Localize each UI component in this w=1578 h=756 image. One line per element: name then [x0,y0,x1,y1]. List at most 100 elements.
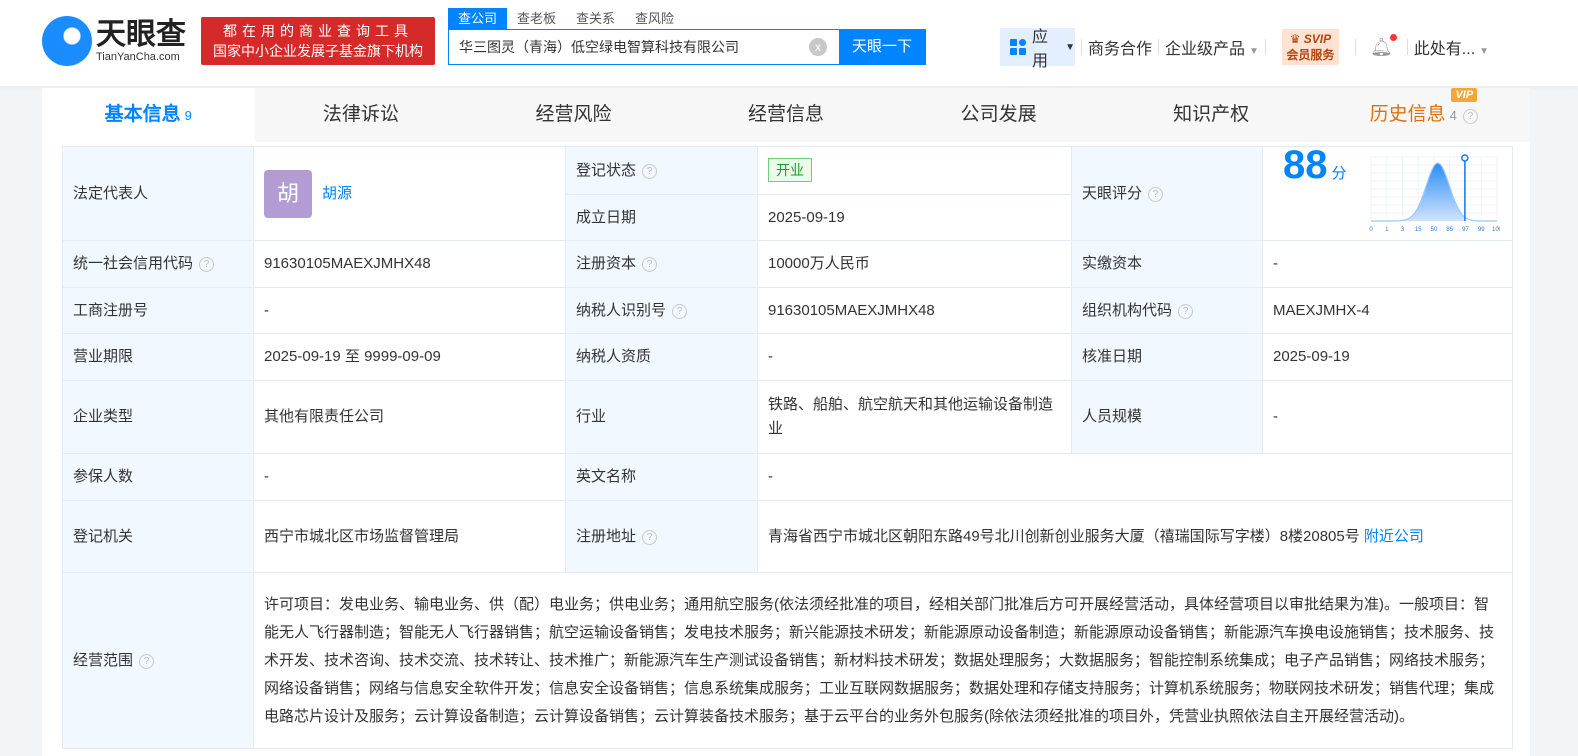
tab-operations[interactable]: 经营信息 [680,88,893,142]
user-menu[interactable]: 此处有... ▼ [1414,35,1489,59]
help-icon[interactable]: ? [1178,303,1194,319]
tianyancha-logo[interactable]: 天眼查 TianYanCha.com [42,16,186,66]
english-name-label: 英文名称 [565,453,758,501]
help-icon[interactable]: ? [642,529,658,545]
search-tab-boss[interactable]: 查老板 [507,8,566,29]
tick-label: 99 [1478,227,1485,233]
slogan-line-2: 国家中小企业发展子基金旗下机构 [213,43,423,59]
tab-legal[interactable]: 法律诉讼 [255,88,468,142]
tick-label: 97 [1462,227,1469,233]
logo-text: 天眼查 [96,18,186,51]
term-value: 2025-09-19 至 9999-09-09 [253,333,566,381]
org-code-value: MAEXJMHX-4 [1262,287,1513,334]
help-icon[interactable]: ? [199,257,215,272]
legal-rep-cell: 胡胡源 [253,146,566,241]
app-menu-button[interactable]: 应用 ▼ [1000,28,1075,70]
top-header: 天眼查 TianYanCha.com 都在用的商业查询工具 国家中小企业发展子基金旗… [0,0,1578,86]
scope-label: 经营范围? [62,572,254,749]
score-value: 88 [1283,142,1328,187]
english-name-value: - [757,453,1513,501]
staff-label: 人员规模 [1071,380,1263,454]
divider [1158,39,1160,55]
capital-label: 注册资本? [565,240,758,288]
tick-label: 1 [1385,227,1389,233]
tick-label: 15 [1415,227,1422,233]
company-tabs: 基本信息 9 法律诉讼 经营风险 经营信息 公司发展 知识产权 历史信息 4? VIP [42,88,1530,142]
insured-label: 参保人数 [62,453,254,501]
score-cell[interactable]: 88分 0 1 3 15 50 85 97 99 100 [1262,145,1513,241]
help-icon[interactable]: ? [1148,186,1164,202]
nearby-companies-link[interactable]: 附近公司 [1364,528,1424,545]
legal-rep-link[interactable]: 胡源 [322,184,352,201]
reg-no-label: 工商注册号 [62,287,254,334]
caret-down-icon: ▼ [1479,46,1490,57]
capital-value: 10000万人民币 [757,240,1072,288]
clear-icon[interactable]: x [809,38,827,56]
svip-button[interactable]: ♛ SVIP 会员服务 [1281,29,1339,65]
tick-label: 50 [1431,227,1438,233]
tab-risk[interactable]: 经营风险 [467,88,680,142]
user-name: 此处有... [1413,41,1476,58]
industry-label: 行业 [565,380,758,454]
score-unit: 分 [1331,164,1347,182]
logo-icon [42,16,92,66]
svip-crown-label: ♛ SVIP [1289,32,1332,46]
avatar[interactable]: 胡 [264,169,312,218]
address-cell: 青海省西宁市城北区朝阳东路49号北川创新创业服务大厦（禧瑞国际写字楼）8楼208… [757,500,1513,573]
paid-capital-value: - [1262,240,1513,288]
apps-grid-icon [1010,39,1026,55]
tab-basic-info[interactable]: 基本信息 9 [42,88,255,142]
logo-domain: TianYanCha.com [96,51,180,63]
tax-qual-value: - [757,333,1072,381]
score-marker-pin [1461,153,1469,162]
search-tab-company[interactable]: 查公司 [448,8,508,29]
insured-value: - [253,453,566,501]
status-cell: 开业 [757,146,1072,195]
enterprise-products-menu[interactable]: 企业级产品 ▼ [1165,35,1259,59]
help-icon[interactable]: ? [672,303,688,319]
basic-info-table: 法定代表人 胡胡源 登记状态? 开业 天眼评分? 88 分 0 1 3 15 50 85 97… [62,145,1513,749]
score-label: 天眼评分? [1071,146,1263,241]
org-code-label: 组织机构代码? [1071,287,1263,334]
caret-down-icon: ▼ [1065,41,1075,53]
help-icon[interactable]: ? [642,257,658,272]
tab-development[interactable]: 公司发展 [892,88,1105,142]
industry-value: 铁路、船舶、航空航天和其他运输设备制造业 [757,380,1072,454]
tab-history[interactable]: 历史信息 4? VIP [1317,88,1530,142]
scope-value: 许可项目：发电业务、输电业务、供（配）电业务；供电业务；通用航空服务(依法须经批… [253,572,1513,749]
authority-label: 登记机关 [62,500,254,573]
search-type-tabs: 查公司 查老板 查关系 查风险 [448,8,684,29]
status-badge: 开业 [768,158,812,182]
enterprise-label: 企业级产品 [1165,41,1246,58]
search-button[interactable]: 天眼一下 [839,30,925,64]
help-icon: ? [1462,109,1478,124]
approve-date-label: 核准日期 [1071,333,1263,381]
bell-icon[interactable]: 🔔︎ [1370,33,1397,58]
staff-value: - [1262,380,1513,454]
help-icon[interactable]: ? [139,653,155,669]
search-tab-risk[interactable]: 查风险 [625,8,684,29]
help-icon[interactable]: ? [642,163,658,179]
score-distribution-chart: 0 1 3 15 50 85 97 99 100 [1369,153,1500,233]
divider [1406,39,1408,55]
business-link[interactable]: 商务合作 [1088,35,1152,59]
approve-date-value: 2025-09-19 [1262,333,1513,381]
divider [1354,39,1356,55]
tax-qual-label: 纳税人资质 [565,333,758,381]
vip-badge: VIP [1451,88,1478,102]
search-input[interactable] [449,30,809,64]
founded-value: 2025-09-19 [757,194,1072,241]
tick-label: 0 [1369,227,1373,233]
paid-capital-label: 实缴资本 [1071,240,1263,288]
company-type-label: 企业类型 [62,380,254,454]
founded-label: 成立日期 [565,194,758,241]
search-tab-relation[interactable]: 查关系 [566,8,625,29]
divider [1264,39,1266,55]
notification-dot [1389,33,1397,41]
slogan-banner[interactable]: 都在用的商业查询工具 国家中小企业发展子基金旗下机构 [201,17,435,65]
app-label: 应用 [1032,29,1049,70]
caret-down-icon: ▼ [1249,46,1259,57]
reg-no-value: - [253,287,566,334]
tick-label: 85 [1446,227,1453,233]
tab-ip[interactable]: 知识产权 [1105,88,1318,142]
